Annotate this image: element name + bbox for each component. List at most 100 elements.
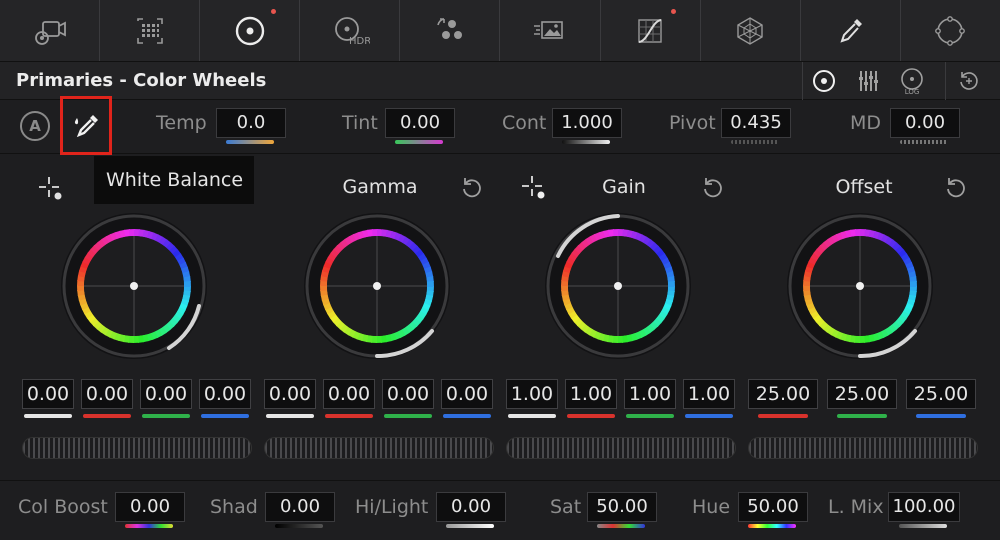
lift-y-field[interactable]: 0.00 xyxy=(22,379,74,409)
lift-g-indicator xyxy=(142,414,190,418)
color-wheels-tab-button[interactable] xyxy=(200,0,301,61)
gamma-b-indicator xyxy=(443,414,491,418)
lum-mix-field[interactable]: 100.00 xyxy=(888,492,960,522)
md-label: MD xyxy=(850,112,882,134)
temp-control: Temp 0.0 xyxy=(150,100,300,154)
shad-field[interactable]: 0.00 xyxy=(265,492,335,522)
gamma-master-wheel[interactable] xyxy=(264,437,494,459)
lift-picker-button[interactable] xyxy=(36,174,66,204)
offset-g-field[interactable]: 25.00 xyxy=(827,379,897,409)
reset-icon xyxy=(960,72,978,90)
gamma-reset-button[interactable] xyxy=(457,173,487,203)
sat-field[interactable]: 50.00 xyxy=(587,492,657,522)
svg-text:HDR: HDR xyxy=(349,36,370,47)
offset-wheel[interactable] xyxy=(785,211,935,361)
reset-icon xyxy=(463,178,481,198)
panel-header: Primaries - Color Wheels LOG xyxy=(0,62,1000,100)
camera-raw-icon xyxy=(34,20,66,45)
contrast-field[interactable]: 1.000 xyxy=(552,108,622,138)
gain-master-wheel[interactable] xyxy=(506,437,736,459)
sat-slider[interactable] xyxy=(597,524,645,528)
hue-slider[interactable] xyxy=(748,524,796,528)
gain-picker-button[interactable] xyxy=(519,173,549,203)
hdr-button[interactable]: HDR xyxy=(300,0,401,61)
md-field[interactable]: 0.00 xyxy=(890,108,960,138)
hilight-label: Hi/Light xyxy=(355,496,429,518)
motion-effects-icon xyxy=(534,20,563,39)
gain-r-indicator xyxy=(567,414,615,418)
curves-button[interactable] xyxy=(601,0,701,61)
lift-master-wheel[interactable] xyxy=(22,437,252,459)
gain-g-indicator xyxy=(626,414,674,418)
offset-g-indicator xyxy=(837,414,887,418)
temp-field[interactable]: 0.0 xyxy=(216,108,286,138)
gamma-b-field[interactable]: 0.00 xyxy=(441,379,493,409)
gamma-wheel[interactable] xyxy=(302,211,452,361)
bottom-adjust-row: Col Boost 0.00 Shad 0.00 Hi/Light 0.00 S… xyxy=(0,480,1000,540)
offset-b-field[interactable]: 25.00 xyxy=(906,379,976,409)
notification-dot xyxy=(670,9,676,14)
gamma-g-field[interactable]: 0.00 xyxy=(382,379,434,409)
rgb-mixer-button[interactable] xyxy=(400,0,501,61)
reset-all-button[interactable] xyxy=(954,66,984,96)
offset-r-indicator xyxy=(758,414,808,418)
hilight-field[interactable]: 0.00 xyxy=(436,492,506,522)
gamma-r-indicator xyxy=(325,414,373,418)
gain-g-field[interactable]: 1.00 xyxy=(624,379,676,409)
color-warper-icon xyxy=(737,16,763,45)
tint-field[interactable]: 0.00 xyxy=(385,108,455,138)
gamma-title: Gamma xyxy=(342,176,418,198)
offset-master-wheel[interactable] xyxy=(748,437,978,459)
pivot-field[interactable]: 0.435 xyxy=(721,108,791,138)
qualifier-button[interactable] xyxy=(801,0,901,61)
temp-label: Temp xyxy=(156,112,207,134)
lift-b-field[interactable]: 0.00 xyxy=(199,379,251,409)
primaries-wheels-mode-button[interactable] xyxy=(809,66,839,96)
qualifier-icon xyxy=(840,18,863,43)
tint-label: Tint xyxy=(342,112,378,134)
col-boost-field[interactable]: 0.00 xyxy=(115,492,185,522)
notification-dot xyxy=(271,9,277,14)
camera-raw-button[interactable] xyxy=(0,0,101,61)
lift-wheel[interactable] xyxy=(59,211,209,361)
offset-title: Offset xyxy=(835,176,893,198)
md-slider[interactable] xyxy=(900,140,948,144)
gain-wheel[interactable] xyxy=(543,211,693,361)
offset-r-field[interactable]: 25.00 xyxy=(748,379,818,409)
window-button[interactable] xyxy=(901,0,1000,61)
gamma-y-field[interactable]: 0.00 xyxy=(264,379,316,409)
lift-r-field[interactable]: 0.00 xyxy=(81,379,133,409)
log-wheels-mode-button[interactable]: LOG xyxy=(897,66,927,96)
color-warper-button[interactable] xyxy=(701,0,801,61)
tint-slider[interactable] xyxy=(395,140,443,144)
auto-balance-button[interactable]: A xyxy=(20,111,50,141)
hilight-slider[interactable] xyxy=(446,524,494,528)
gain-b-field[interactable]: 1.00 xyxy=(683,379,735,409)
offset-reset-button[interactable] xyxy=(941,173,971,203)
pivot-control: Pivot 0.435 xyxy=(667,100,797,154)
contrast-control: Cont 1.000 xyxy=(500,100,630,154)
gain-r-field[interactable]: 1.00 xyxy=(565,379,617,409)
contrast-slider[interactable] xyxy=(562,140,610,144)
color-match-button[interactable] xyxy=(100,0,201,61)
hue-field[interactable]: 50.00 xyxy=(738,492,808,522)
motion-effects-button[interactable] xyxy=(500,0,601,61)
lift-g-field[interactable]: 0.00 xyxy=(140,379,192,409)
crosshair-picker-icon xyxy=(522,176,545,199)
wheel-center-handle xyxy=(614,282,622,290)
lum-mix-label: L. Mix xyxy=(828,496,884,518)
primaries-bars-mode-button[interactable] xyxy=(853,66,883,96)
pivot-slider[interactable] xyxy=(731,140,779,144)
lum-mix-slider[interactable] xyxy=(899,524,947,528)
temp-slider[interactable] xyxy=(226,140,274,144)
gain-reset-button[interactable] xyxy=(698,173,728,203)
gamma-r-field[interactable]: 0.00 xyxy=(323,379,375,409)
offset-b-indicator xyxy=(916,414,966,418)
col-boost-slider[interactable] xyxy=(125,524,173,528)
rgb-mixer-icon xyxy=(437,17,462,39)
shad-slider[interactable] xyxy=(275,524,323,528)
crosshair-picker-icon xyxy=(39,177,62,200)
lift-y-indicator xyxy=(24,414,72,418)
color-match-icon xyxy=(136,17,163,44)
gain-y-field[interactable]: 1.00 xyxy=(506,379,558,409)
